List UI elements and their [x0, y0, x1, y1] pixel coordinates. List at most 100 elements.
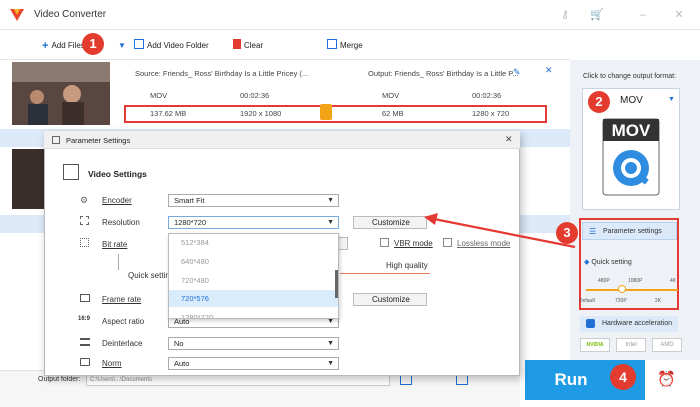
resolution-option[interactable]: 720*480 — [169, 272, 338, 289]
source-label: Source: Friends_ Ross' Birthday Is a Lit… — [135, 69, 309, 78]
source-duration: 00:02:36 — [240, 91, 270, 100]
video-thumbnail[interactable] — [12, 62, 110, 125]
add-files-button[interactable]: + Add Files — [42, 38, 85, 54]
sliders-icon: ☰ — [589, 227, 597, 236]
tick-720p: 720P — [615, 298, 627, 304]
quality-slider[interactable] — [340, 273, 430, 274]
quick-setting-text: Quick setting — [591, 259, 632, 266]
dialog-close-icon[interactable]: ✕ — [505, 134, 513, 145]
app-title: Video Converter — [34, 9, 107, 20]
video-settings-heading: Video Settings — [88, 169, 147, 179]
merge-button[interactable]: Merge — [327, 38, 363, 54]
norm-label: Norm — [102, 359, 122, 368]
output-label: Output: Friends_ Ross' Birthday Is a Lit… — [368, 69, 519, 78]
hardware-acceleration-button[interactable]: Hardware acceleration — [580, 316, 678, 332]
framerate-customize-button[interactable]: Customize — [353, 293, 427, 306]
resolution-option-selected[interactable]: 720*576 — [169, 290, 338, 307]
edit-output-name-icon[interactable]: ✎ — [513, 67, 521, 78]
tick-4k: 4K — [670, 278, 677, 284]
deinterlace-icon — [80, 338, 90, 346]
source-resolution: 1920 x 1080 — [240, 109, 282, 118]
chevron-down-icon: ▼ — [327, 340, 334, 347]
add-files-dropdown-icon[interactable]: ▼ — [118, 41, 126, 50]
encoder-select[interactable]: Smart Fit ▼ — [168, 194, 339, 207]
mov-format-icon: MOV — [602, 118, 660, 196]
remove-file-icon[interactable]: ✕ — [545, 65, 553, 76]
encoder-value: Smart Fit — [174, 196, 205, 205]
output-duration: 00:02:36 — [472, 91, 502, 100]
chip-icon — [586, 319, 595, 328]
clear-label: Clear — [244, 41, 264, 50]
resolution-label: Resolution — [102, 218, 140, 227]
vbr-mode-checkbox[interactable] — [380, 238, 389, 247]
merge-label: Merge — [340, 41, 363, 50]
folder-icon — [134, 39, 144, 49]
amd-badge[interactable]: AMD — [652, 338, 682, 352]
quick-setting-bracket — [118, 254, 119, 270]
resolution-select[interactable]: 1280*720 ▼ — [168, 216, 339, 229]
output-folder-label: Output folder: — [38, 376, 81, 383]
tick-2k: 2K — [655, 298, 662, 304]
trash-icon — [233, 39, 241, 49]
step-badge-1: 1 — [82, 33, 104, 55]
quick-setting-slider[interactable] — [586, 289, 678, 291]
tick-1080p: 1080P — [628, 278, 643, 284]
high-quality-label: High quality — [386, 261, 428, 270]
resolution-option[interactable]: 1280*720 — [169, 309, 338, 318]
intel-badge[interactable]: Intel — [616, 338, 646, 352]
deinterlace-label: Deinterlace — [102, 339, 143, 348]
deinterlace-value: No — [174, 339, 184, 348]
step-badge-2: 2 — [588, 91, 610, 113]
hardware-acceleration-label: Hardware acceleration — [602, 320, 673, 327]
run-label: Run — [554, 370, 588, 389]
format-name: MOV — [620, 95, 643, 106]
tick-480p: 480P — [598, 278, 610, 284]
format-dropdown-icon[interactable]: ▼ — [668, 96, 675, 103]
nvidia-badge[interactable]: NVIDIA — [580, 338, 610, 352]
chevron-down-icon: ▼ — [327, 197, 334, 204]
norm-value: Auto — [174, 359, 190, 368]
resolution-customize-button[interactable]: Customize — [353, 216, 427, 229]
cart-icon[interactable]: 🛒 — [590, 8, 604, 22]
tick-default: Default — [579, 298, 595, 304]
close-window-button[interactable]: ✕ — [672, 8, 686, 22]
dialog-title: Parameter Settings — [66, 136, 131, 145]
app-logo-icon — [10, 9, 24, 21]
norm-icon — [80, 358, 90, 366]
alarm-clock-icon[interactable]: ⏰ — [657, 370, 676, 388]
step-badge-4: 4 — [610, 364, 636, 390]
minimize-button[interactable]: – — [636, 8, 650, 22]
output-size: 62 MB — [382, 109, 404, 118]
quick-setting-slider-handle[interactable] — [618, 285, 626, 293]
aspect-ratio-label: Aspect ratio — [102, 317, 145, 326]
chevron-down-icon: ▼ — [327, 360, 334, 367]
add-files-label: Add Files — [51, 41, 85, 50]
add-video-folder-label: Add Video Folder — [147, 41, 209, 50]
encoder-label: Encoder — [102, 196, 132, 205]
bitrate-label: Bit rate — [102, 240, 128, 249]
aspect-ratio-icon: 16:9 — [78, 316, 91, 322]
chevron-down-icon: ▼ — [327, 219, 334, 226]
clear-button[interactable]: Clear — [233, 38, 263, 54]
resolution-dropdown-list: 512*384 640*480 720*480 720*576 1280*720 — [168, 233, 339, 319]
encoder-icon: ⚙ — [80, 195, 89, 205]
plus-icon: + — [42, 40, 49, 52]
quick-setting-label: ◆ Quick setting — [584, 258, 632, 266]
framerate-label: Frame rate — [102, 295, 142, 304]
add-video-folder-button[interactable]: Add Video Folder — [134, 38, 209, 54]
key-icon[interactable]: ⚷ — [558, 8, 572, 22]
resolution-option[interactable]: 640*480 — [169, 253, 338, 270]
parameter-settings-label: Parameter settings — [603, 228, 662, 235]
framerate-icon — [80, 294, 90, 302]
deinterlace-select[interactable]: No ▼ — [168, 337, 339, 350]
resolution-option[interactable]: 512*384 — [169, 234, 338, 251]
dropdown-scrollbar[interactable] — [335, 270, 338, 298]
mov-icon-text: MOV — [612, 121, 651, 140]
resolution-value: 1280*720 — [174, 218, 207, 227]
thumbnail-image — [12, 62, 110, 125]
annotation-arrow — [424, 213, 576, 249]
norm-select[interactable]: Auto ▼ — [168, 357, 339, 370]
dialog-icon — [52, 136, 60, 144]
merge-icon — [327, 39, 337, 49]
parameter-settings-button[interactable]: ☰ Parameter settings — [582, 222, 677, 240]
